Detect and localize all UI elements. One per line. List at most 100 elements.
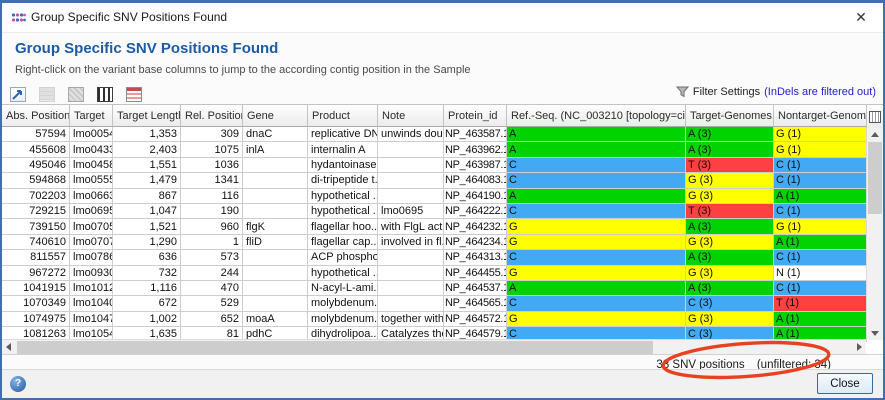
cell-nontarget_nt[interactable]: G (1) xyxy=(774,219,867,234)
vertical-scrollbar-thumb[interactable] xyxy=(868,142,882,214)
cell-target_nt[interactable]: G (3) xyxy=(686,235,774,250)
table-row[interactable]: 495046lmo04581,5511036hydantoinaseNP_463… xyxy=(2,158,867,173)
table-row[interactable]: 739150lmo07051,521960flgKflagellar hoo..… xyxy=(2,219,867,234)
cell-target_nt[interactable]: A (3) xyxy=(686,281,774,296)
export-button[interactable] xyxy=(9,86,27,103)
cell-target_nt[interactable]: G (3) xyxy=(686,266,774,281)
cell-ref[interactable]: G xyxy=(507,312,686,327)
table-row[interactable]: 1074975lmo10471,002652moaAmolybdenum...t… xyxy=(2,312,867,327)
cell-nontarget_nt[interactable]: N (1) xyxy=(774,266,867,281)
highlight-rows-button[interactable] xyxy=(125,86,143,103)
column-header[interactable]: Product xyxy=(308,105,378,127)
table-row[interactable]: 967272lmo0930732244hypothetical ...NP_46… xyxy=(2,266,867,281)
cell-gene[interactable] xyxy=(243,296,308,311)
cell-target_nt[interactable]: G (3) xyxy=(686,312,774,327)
cell-product[interactable]: flagellar hoo... xyxy=(308,219,378,234)
cell-length[interactable]: 636 xyxy=(113,250,181,265)
cell-target[interactable]: lmo1047 xyxy=(70,312,113,327)
cell-target[interactable]: lmo0458 xyxy=(70,158,113,173)
cell-gene[interactable]: flgK xyxy=(243,219,308,234)
cell-target[interactable]: lmo0707 xyxy=(70,235,113,250)
cell-note[interactable] xyxy=(378,158,444,173)
cell-target_nt[interactable]: C (3) xyxy=(686,296,774,311)
cell-protein[interactable]: NP_464083.1 xyxy=(444,173,507,188)
cell-length[interactable]: 1,521 xyxy=(113,219,181,234)
cell-nontarget_nt[interactable]: C (1) xyxy=(774,204,867,219)
cell-protein[interactable]: NP_464234.1 xyxy=(444,235,507,250)
cell-abs[interactable]: 1041915 xyxy=(2,281,70,296)
cell-length[interactable]: 1,116 xyxy=(113,281,181,296)
cell-note[interactable]: with FlgL act... xyxy=(378,219,444,234)
cell-length[interactable]: 1,047 xyxy=(113,204,181,219)
cell-protein[interactable]: NP_463587.1 xyxy=(444,127,507,142)
cell-length[interactable]: 2,403 xyxy=(113,142,181,157)
cell-protein[interactable]: NP_464222.1 xyxy=(444,204,507,219)
cell-target_nt[interactable]: T (3) xyxy=(686,204,774,219)
cell-rel[interactable]: 470 xyxy=(181,281,243,296)
cell-gene[interactable] xyxy=(243,250,308,265)
cell-target_nt[interactable]: A (3) xyxy=(686,142,774,157)
table-row[interactable]: 811557lmo0786636573ACP phospho...NP_4643… xyxy=(2,250,867,265)
close-button[interactable]: Close xyxy=(817,373,873,394)
cell-product[interactable]: N-acyl-L-ami... xyxy=(308,281,378,296)
copy-table-button[interactable] xyxy=(38,86,56,103)
cell-nontarget_nt[interactable]: C (1) xyxy=(774,281,867,296)
cell-ref[interactable]: G xyxy=(507,219,686,234)
cell-nontarget_nt[interactable]: G (1) xyxy=(774,142,867,157)
cell-abs[interactable]: 702203 xyxy=(2,189,70,204)
cell-target[interactable]: lmo1040 xyxy=(70,296,113,311)
cell-ref[interactable]: G xyxy=(507,235,686,250)
cell-rel[interactable]: 190 xyxy=(181,204,243,219)
cell-nontarget_nt[interactable]: T (1) xyxy=(774,296,867,311)
column-header[interactable]: Nontarget-Genomes ... xyxy=(774,105,867,127)
cell-rel[interactable]: 529 xyxy=(181,296,243,311)
cell-length[interactable]: 1,002 xyxy=(113,312,181,327)
cell-abs[interactable]: 729215 xyxy=(2,204,70,219)
matrix-view-button[interactable] xyxy=(67,86,85,103)
cell-protein[interactable]: NP_463962.1 xyxy=(444,142,507,157)
cell-note[interactable] xyxy=(378,296,444,311)
cell-protein[interactable]: NP_464232.1 xyxy=(444,219,507,234)
cell-gene[interactable] xyxy=(243,189,308,204)
cell-ref[interactable]: C xyxy=(507,158,686,173)
column-header[interactable]: Target Length xyxy=(113,105,181,127)
cell-product[interactable]: replicative DN... xyxy=(308,127,378,142)
cell-note[interactable] xyxy=(378,266,444,281)
column-header[interactable]: Gene xyxy=(243,105,308,127)
cell-abs[interactable]: 57594 xyxy=(2,127,70,142)
cell-note[interactable] xyxy=(378,189,444,204)
column-header[interactable]: Rel. Position xyxy=(181,105,243,127)
cell-nontarget_nt[interactable]: G (1) xyxy=(774,127,867,142)
cell-target_nt[interactable]: T (3) xyxy=(686,158,774,173)
cell-target_nt[interactable]: A (3) xyxy=(686,219,774,234)
cell-abs[interactable]: 739150 xyxy=(2,219,70,234)
cell-note[interactable]: lmo0695 xyxy=(378,204,444,219)
cell-gene[interactable]: inlA xyxy=(243,142,308,157)
cell-gene[interactable]: fliD xyxy=(243,235,308,250)
cell-ref[interactable]: G xyxy=(507,266,686,281)
cell-target_nt[interactable]: A (3) xyxy=(686,250,774,265)
cell-abs[interactable]: 740610 xyxy=(2,235,70,250)
cell-gene[interactable] xyxy=(243,158,308,173)
table-row[interactable]: 729215lmo06951,047190hypothetical ...lmo… xyxy=(2,204,867,219)
cell-protein[interactable]: NP_464313.1 xyxy=(444,250,507,265)
cell-note[interactable] xyxy=(378,250,444,265)
cell-target_nt[interactable]: G (3) xyxy=(686,189,774,204)
cell-length[interactable]: 1,551 xyxy=(113,158,181,173)
cell-nontarget_nt[interactable]: A (1) xyxy=(774,312,867,327)
cell-abs[interactable]: 495046 xyxy=(2,158,70,173)
table-settings-button[interactable] xyxy=(866,105,883,129)
cell-rel[interactable]: 1075 xyxy=(181,142,243,157)
cell-target[interactable]: lmo0705 xyxy=(70,219,113,234)
cell-target[interactable]: lmo0695 xyxy=(70,204,113,219)
cell-product[interactable]: flagellar cap... xyxy=(308,235,378,250)
cell-length[interactable]: 1,290 xyxy=(113,235,181,250)
cell-rel[interactable]: 573 xyxy=(181,250,243,265)
column-header[interactable]: Protein_id xyxy=(444,105,507,127)
cell-target[interactable]: lmo0054 xyxy=(70,127,113,142)
cell-protein[interactable]: NP_464537.1 xyxy=(444,281,507,296)
vertical-scrollbar[interactable] xyxy=(866,128,883,340)
cell-ref[interactable]: C xyxy=(507,204,686,219)
cell-note[interactable] xyxy=(378,142,444,157)
cell-note[interactable]: together with... xyxy=(378,312,444,327)
